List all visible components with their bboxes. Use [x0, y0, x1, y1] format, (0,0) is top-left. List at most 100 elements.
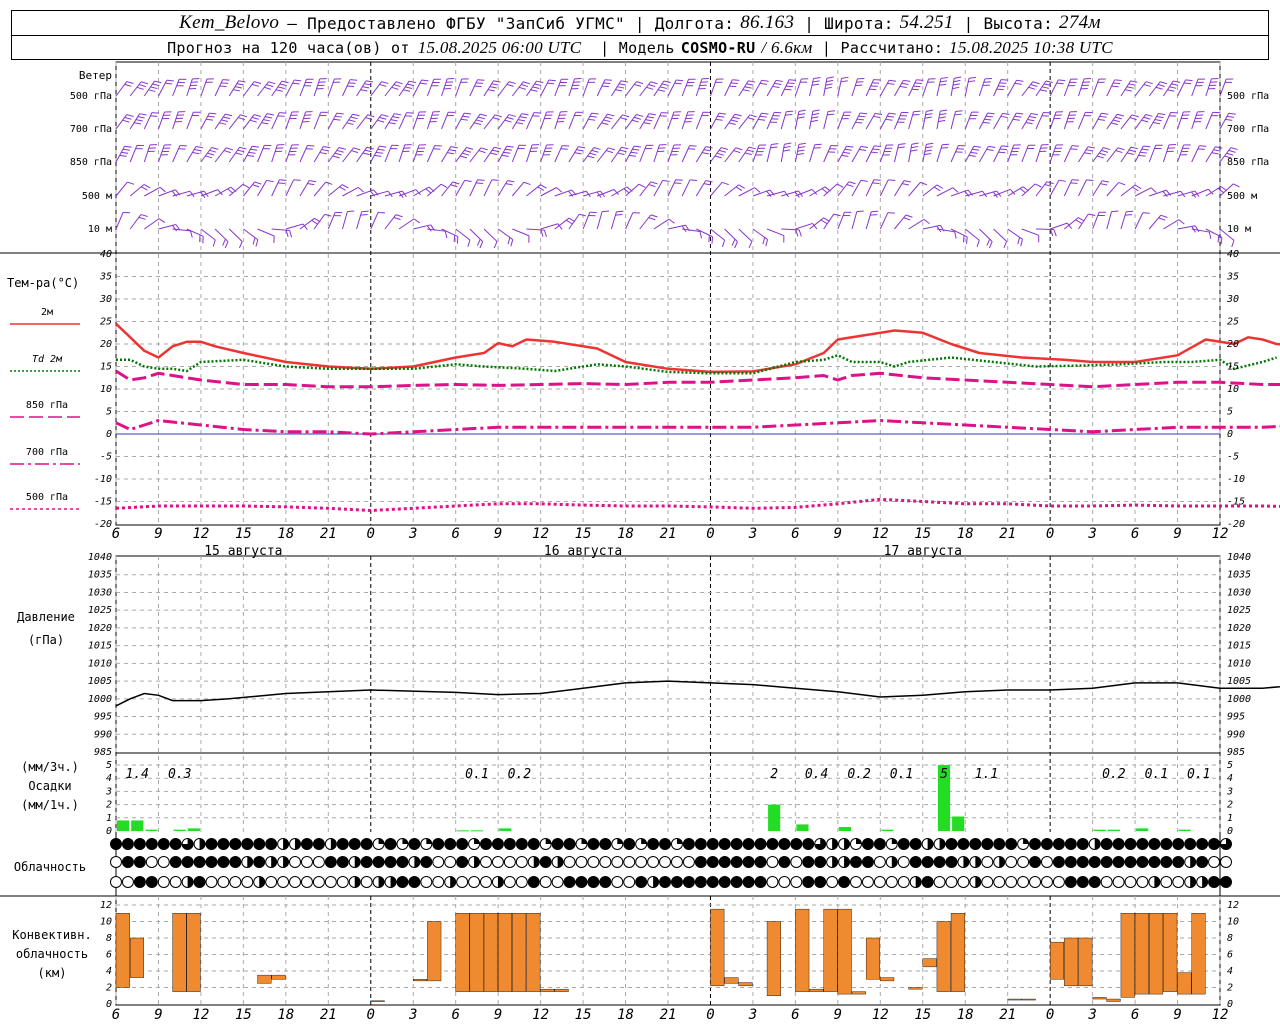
wind-barb: [766, 112, 775, 130]
cloud-symbol-fill: [1172, 838, 1184, 850]
wind-barb-feather: [968, 76, 976, 79]
wind-barb-feather: [309, 180, 317, 183]
wind-barb-feather: [480, 147, 488, 151]
wind-barb-feather: [264, 86, 272, 90]
wind-barb-feather: [350, 79, 358, 81]
wind-barb-feather: [150, 86, 158, 90]
wind-barb-feather: [360, 89, 368, 92]
wind-barb: [936, 78, 942, 97]
wind-barb-feather: [1058, 179, 1066, 182]
wind-barb-feather: [360, 214, 368, 216]
wind-barb: [596, 211, 603, 230]
cloud-symbol-fill: [922, 876, 934, 888]
cloud-symbol-icon: [432, 856, 445, 868]
cloud-symbol-fill: [414, 856, 420, 868]
wind-barb-feather: [1114, 116, 1123, 120]
wind-barb-feather: [508, 81, 516, 85]
wind-barb-feather: [450, 146, 458, 149]
press-ytick-right: 1015: [1227, 641, 1251, 652]
wind-barb-feather: [744, 152, 752, 156]
temp-legend-label: 500 гПа: [26, 492, 68, 503]
conv-cloud-bar: [257, 974, 272, 984]
wind-barb-feather: [703, 183, 711, 186]
wind-barb: [667, 111, 675, 130]
wind-barb-feather: [936, 184, 944, 189]
press-ytick-left: 1000: [88, 694, 112, 705]
time-tick-upper: 6: [451, 526, 459, 542]
precip-unit-1h: (мм/1ч.): [21, 798, 79, 812]
wind-barb-feather: [477, 79, 485, 81]
temp-ytick-right: 0: [1227, 429, 1233, 440]
wind-barb: [1106, 113, 1118, 130]
time-tick-upper: 12: [532, 526, 549, 542]
wind-barb-feather: [1029, 116, 1037, 119]
wind-barb-feather: [1099, 152, 1107, 156]
cloud-symbol-fill: [778, 838, 790, 850]
wind-barb-feather: [467, 239, 471, 247]
wind-barb-feather: [730, 119, 738, 123]
wind-barb-feather: [379, 116, 387, 120]
cloud-symbol-icon: [790, 856, 803, 868]
wind-barb-feather: [825, 83, 833, 86]
cloud-symbol-fill: [676, 838, 683, 844]
wind-barb-feather: [1142, 212, 1150, 214]
wind-barb-feather: [926, 109, 934, 112]
wind-barb: [738, 187, 755, 197]
wind-barb-feather: [225, 147, 233, 151]
wind-barb-feather: [1211, 152, 1219, 155]
wind-barb: [936, 187, 954, 197]
press-ytick-left: 1040: [88, 552, 112, 563]
wind-barb-feather: [798, 229, 802, 237]
wind-barb: [1177, 144, 1185, 163]
temp-ytick-right: -20: [1227, 519, 1245, 530]
wind-barb-feather: [689, 179, 698, 181]
wind-barb-feather: [507, 180, 515, 183]
wind-barb: [950, 111, 956, 130]
wind-barb: [667, 144, 675, 163]
time-tick-upper: 9: [494, 526, 502, 542]
wind-barb-feather: [923, 219, 930, 225]
wind-barb-feather: [1111, 85, 1119, 88]
temp-title: Тем-ра(°C): [7, 276, 79, 290]
precip-3h-label: 1.1: [975, 767, 998, 782]
conv-cloud-bar: [413, 979, 428, 982]
wind-barb-feather: [856, 210, 864, 213]
wind-barb: [724, 147, 737, 163]
wind-barb-feather: [351, 150, 359, 154]
conv-cloud-bar: [455, 913, 470, 992]
time-tick-lower: 18: [957, 1007, 974, 1023]
cloud-symbol-fill: [450, 876, 456, 888]
wind-barb: [1007, 80, 1017, 97]
wind-barb: [469, 147, 482, 163]
cloud-symbol-fill: [719, 856, 731, 868]
wind-barb-feather: [321, 149, 329, 152]
wind-barb-feather: [718, 112, 727, 115]
press-ytick-right: 1035: [1227, 570, 1251, 581]
wind-level-left: 10 м: [88, 224, 112, 235]
wind-barb-feather: [984, 118, 992, 121]
cloud-symbol-icon: [981, 856, 994, 868]
wind-barb: [596, 79, 606, 97]
wind-barb: [554, 145, 563, 163]
wind-barb-feather: [1118, 181, 1126, 186]
wind-barb-feather: [812, 80, 820, 83]
precip-bar: [173, 829, 186, 831]
precip-bar: [796, 824, 809, 831]
wind-barb: [639, 81, 652, 97]
wind-barb-feather: [139, 113, 147, 116]
wind-barb-feather: [448, 149, 456, 152]
wind-barb-feather: [190, 230, 193, 238]
cloud-symbol-icon: [277, 876, 290, 888]
wind-barb: [894, 214, 907, 230]
cloud-symbol-icon: [420, 876, 433, 888]
conv-cloud-bar: [936, 921, 951, 992]
wind-barb-feather: [1114, 79, 1122, 81]
wind-barb-feather: [811, 83, 819, 86]
press-ytick-right: 1020: [1227, 623, 1251, 634]
wind-barb-feather: [395, 214, 403, 218]
cloud-symbol-fill: [373, 856, 385, 868]
wind-barb-feather: [403, 89, 411, 92]
time-tick-lower: 12: [532, 1007, 549, 1023]
precip-bar: [952, 816, 965, 831]
cloud-symbol-fill: [456, 838, 468, 850]
